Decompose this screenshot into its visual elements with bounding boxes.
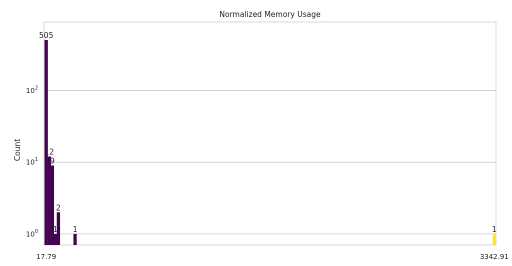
bars: 505129121 1: [39, 31, 497, 246]
bar-0: [44, 39, 48, 246]
y-tick-label-2: 102: [26, 85, 38, 95]
histogram-chart: Normalized Memory Usage Count 505129121 1…: [13, 10, 509, 261]
chart-container: Normalized Memory Usage Count 505 12 9 1 2 1 1…: [0, 0, 512, 266]
bar-1: [47, 156, 51, 245]
bar-value-label-5: 1: [73, 225, 78, 234]
y-tick-label-1: 101: [26, 157, 38, 167]
bar-value-label-4: 2: [56, 203, 61, 212]
y-tick-label-0: 100: [26, 229, 38, 239]
y-tick-labels: 100 101 102: [26, 85, 38, 238]
x-tick-labels: 17.79 3342.91: [36, 253, 509, 261]
bar-value-label-6: 1: [492, 225, 497, 234]
bar-value-label-1: 12: [45, 147, 55, 156]
y-axis-label: Count: [13, 139, 22, 161]
bar-value-label-0: 505: [39, 31, 54, 40]
bar-3: [53, 233, 58, 245]
bar-5: [73, 233, 77, 245]
x-tick-label-0: 17.79: [36, 253, 56, 261]
chart-title: Normalized Memory Usage: [219, 10, 321, 19]
gridlines: [44, 90, 496, 235]
bar-6: [492, 233, 496, 245]
x-tick-label-1: 3342.91: [480, 253, 509, 261]
bar-4: [56, 212, 61, 245]
bar-value-label-2: 9: [50, 156, 55, 165]
plot-area-frame: [43, 21, 497, 246]
